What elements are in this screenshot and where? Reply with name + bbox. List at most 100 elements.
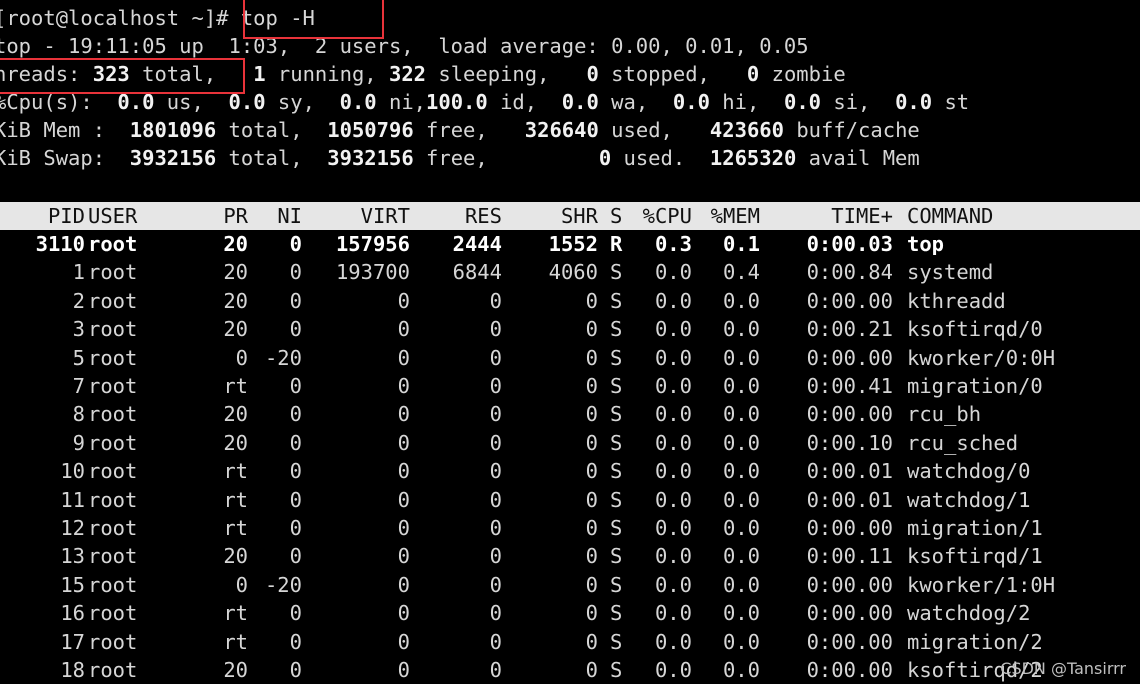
cell-user: root bbox=[88, 658, 138, 682]
col-pid: PID bbox=[47, 204, 85, 228]
cell-time: 0:00.00 bbox=[806, 658, 893, 682]
cell-mem: 0.0 bbox=[722, 601, 760, 626]
threads-running-value: 1 bbox=[253, 62, 266, 86]
swap-line: KiB Swap: 3932156 total, 3932156 free, 0… bbox=[0, 146, 920, 170]
mem-line: KiB Mem : 1801096 total, 1050796 free, 3… bbox=[0, 118, 920, 142]
cell-ni: 0 bbox=[289, 402, 302, 427]
col-user: USER bbox=[88, 204, 138, 228]
cell-cpu: 0.0 bbox=[654, 658, 692, 682]
cell-shr: 0 bbox=[585, 345, 598, 370]
cell-command: top bbox=[907, 232, 945, 256]
cell-pr: 20 bbox=[223, 260, 248, 285]
cell-ni: 0 bbox=[289, 430, 302, 455]
cell-shr: 4060 bbox=[548, 260, 598, 285]
col-state: S bbox=[610, 204, 623, 228]
col-command: COMMAND bbox=[907, 204, 994, 228]
cell-pid: 2 bbox=[72, 288, 85, 313]
table-row: 11 root rt 0 0 0 0 S 0.0 0.0 0:00.01 watchdog/1 bbox=[0, 486, 1140, 514]
col-shr: SHR bbox=[560, 204, 598, 228]
cell-virt: 0 bbox=[397, 544, 410, 569]
cell-mem: 0.0 bbox=[722, 317, 760, 342]
cell-res: 0 bbox=[489, 601, 502, 626]
cell-time: 0:00.41 bbox=[806, 374, 893, 398]
cell-pr: 20 bbox=[223, 232, 248, 256]
cell-command: watchdog/0 bbox=[907, 459, 1031, 484]
cell-user: root bbox=[88, 572, 138, 597]
cell-cpu: 0.0 bbox=[654, 516, 692, 540]
cell-pid: 3 bbox=[72, 317, 85, 342]
cell-time: 0:00.11 bbox=[806, 544, 893, 569]
cell-command: rcu_sched bbox=[907, 430, 1019, 455]
cell-ni: -20 bbox=[264, 572, 302, 597]
cell-state: R bbox=[610, 232, 623, 256]
cell-command: watchdog/2 bbox=[907, 601, 1031, 626]
cell-cpu: 0.0 bbox=[654, 629, 692, 654]
cell-time: 0:00.10 bbox=[806, 430, 893, 455]
cell-user: root bbox=[88, 459, 138, 484]
cell-shr: 0 bbox=[585, 629, 598, 654]
cell-res: 0 bbox=[489, 459, 502, 484]
cell-user: root bbox=[88, 430, 138, 455]
table-row: 18 root 20 0 0 0 0 S 0.0 0.0 0:00.00 ksoftirqd/2 bbox=[0, 656, 1140, 684]
cell-pr: rt bbox=[223, 601, 248, 626]
cell-cpu: 0.0 bbox=[654, 430, 692, 455]
table-row: 16 root rt 0 0 0 0 S 0.0 0.0 0:00.00 watchdog/2 bbox=[0, 599, 1140, 627]
cell-time: 0:00.00 bbox=[806, 572, 893, 597]
cell-pr: rt bbox=[223, 487, 248, 512]
cell-ni: 0 bbox=[289, 629, 302, 654]
cell-command: kworker/0:0H bbox=[907, 345, 1056, 370]
cell-res: 0 bbox=[489, 572, 502, 597]
cell-virt: 0 bbox=[397, 345, 410, 370]
table-row: 10 root rt 0 0 0 0 S 0.0 0.0 0:00.01 watchdog/0 bbox=[0, 457, 1140, 485]
cell-mem: 0.0 bbox=[722, 430, 760, 455]
cell-shr: 0 bbox=[585, 430, 598, 455]
cell-virt: 0 bbox=[397, 629, 410, 654]
cell-res: 0 bbox=[489, 288, 502, 313]
table-row: 8 root 20 0 0 0 0 S 0.0 0.0 0:00.00 rcu_bh bbox=[0, 400, 1140, 428]
col-virt: VIRT bbox=[360, 204, 410, 228]
cell-pid: 10 bbox=[60, 459, 85, 484]
cell-state: S bbox=[610, 374, 623, 398]
cell-pr: 20 bbox=[223, 402, 248, 427]
cell-ni: 0 bbox=[289, 516, 302, 540]
threads-stopped-value: 0 bbox=[586, 62, 599, 86]
cell-pid: 5 bbox=[72, 345, 85, 370]
cell-cpu: 0.0 bbox=[654, 345, 692, 370]
cell-virt: 0 bbox=[397, 402, 410, 427]
cell-virt: 0 bbox=[397, 317, 410, 342]
cell-pr: 20 bbox=[223, 317, 248, 342]
cell-state: S bbox=[610, 459, 623, 484]
terminal-window[interactable]: [root@localhost ~]# top -H top - 19:11:0… bbox=[0, 0, 1140, 684]
cell-time: 0:00.01 bbox=[806, 487, 893, 512]
cell-mem: 0.0 bbox=[722, 572, 760, 597]
cell-res: 0 bbox=[489, 430, 502, 455]
cell-pid: 7 bbox=[72, 374, 85, 398]
cell-user: root bbox=[88, 317, 138, 342]
cell-ni: 0 bbox=[289, 459, 302, 484]
cell-virt: 157956 bbox=[335, 232, 410, 256]
cell-ni: 0 bbox=[289, 544, 302, 569]
cell-cpu: 0.0 bbox=[654, 317, 692, 342]
threads-zombie-value: 0 bbox=[746, 62, 760, 86]
cell-state: S bbox=[610, 402, 623, 427]
cell-state: S bbox=[610, 487, 623, 512]
table-row: 15 root 0 -20 0 0 0 S 0.0 0.0 0:00.00 kworker/1:0H bbox=[0, 571, 1140, 599]
cell-mem: 0.0 bbox=[722, 288, 760, 313]
cell-cpu: 0.0 bbox=[654, 288, 692, 313]
cell-pr: 20 bbox=[223, 544, 248, 569]
col-ni: NI bbox=[277, 204, 302, 228]
cell-pr: rt bbox=[223, 459, 248, 484]
cell-user: root bbox=[88, 516, 138, 540]
cell-mem: 0.0 bbox=[722, 402, 760, 427]
cell-user: root bbox=[88, 260, 138, 285]
cell-ni: 0 bbox=[289, 601, 302, 626]
highlight-box-command bbox=[243, 0, 384, 39]
cell-pid: 1 bbox=[72, 260, 85, 285]
cell-cpu: 0.0 bbox=[654, 572, 692, 597]
cell-cpu: 0.0 bbox=[654, 402, 692, 427]
cell-virt: 193700 bbox=[335, 260, 410, 285]
cell-user: root bbox=[88, 544, 138, 569]
cell-pid: 18 bbox=[60, 658, 85, 682]
cell-res: 0 bbox=[489, 402, 502, 427]
cell-state: S bbox=[610, 260, 623, 285]
